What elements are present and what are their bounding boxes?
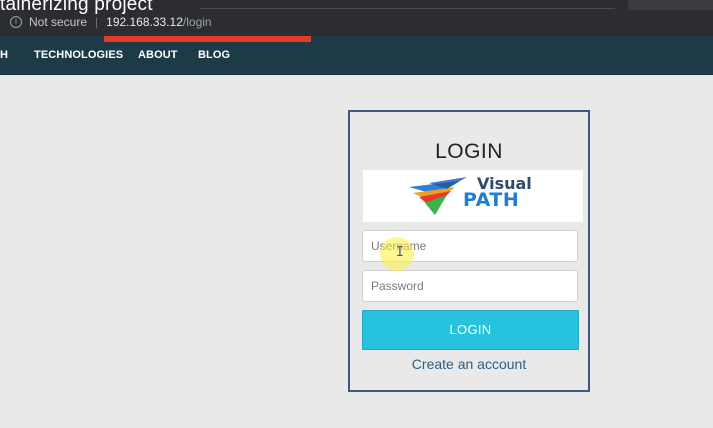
page-load-progress-bar: [104, 36, 311, 42]
login-button[interactable]: LOGIN: [362, 310, 579, 350]
address-bar[interactable]: i Not secure | 192.168.33.12/login: [10, 11, 212, 33]
nav-item-technologies[interactable]: TECHNOLOGIES: [34, 49, 123, 61]
logo-text-path: PATH: [463, 189, 520, 211]
address-separator: |: [95, 15, 99, 29]
security-label: Not secure: [29, 15, 88, 29]
url-path[interactable]: /login: [183, 15, 212, 29]
brand-logo: Visual PATH: [363, 170, 583, 222]
window-control[interactable]: [628, 0, 713, 10]
info-icon[interactable]: i: [10, 16, 22, 28]
url-host[interactable]: 192.168.33.12: [106, 15, 183, 29]
login-heading: LOGIN: [435, 140, 503, 163]
nav-item-blog[interactable]: BLOG: [198, 49, 230, 61]
create-account-link[interactable]: Create an account: [350, 356, 588, 372]
browser-chrome: tainerizing project i Not secure | 192.1…: [0, 0, 713, 36]
password-field[interactable]: [362, 270, 578, 302]
text-cursor-icon: I: [396, 245, 404, 260]
brand-logo-fragment[interactable]: H: [0, 49, 8, 61]
nav-item-about[interactable]: ABOUT: [138, 49, 178, 61]
tab-strip: [200, 0, 615, 9]
